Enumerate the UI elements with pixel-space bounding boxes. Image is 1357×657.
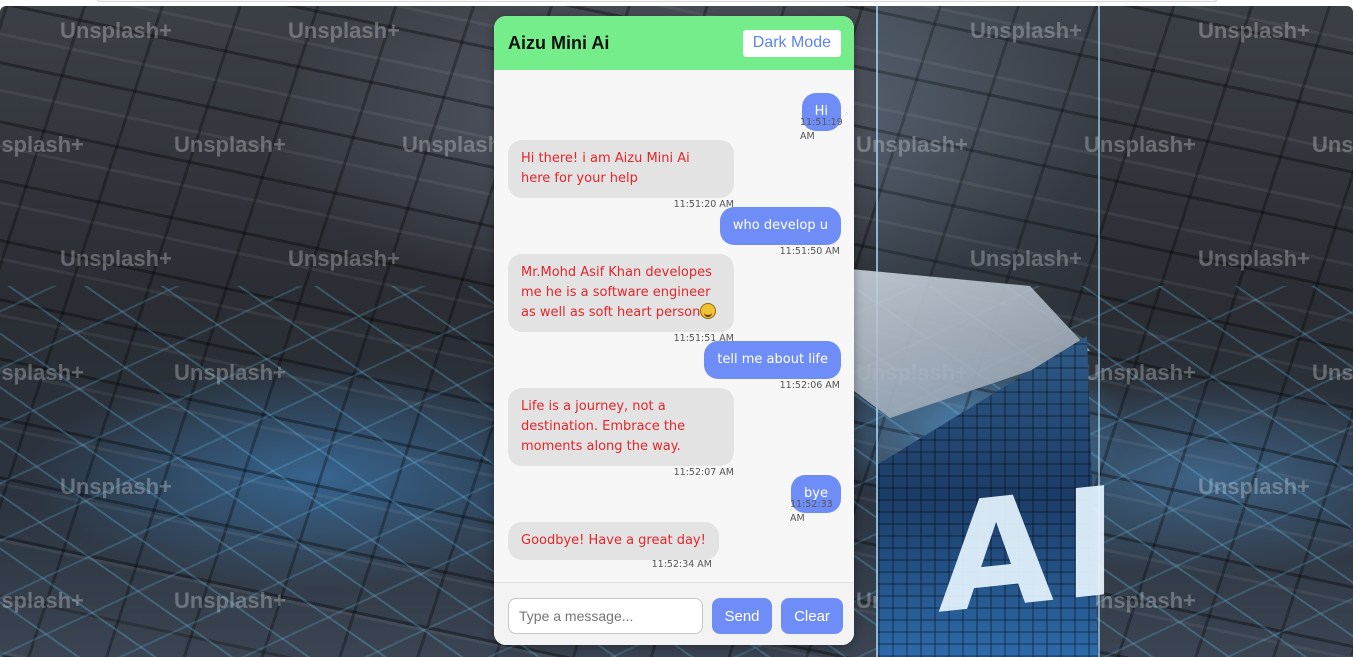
message-timestamp: 11:52:33 AM bbox=[790, 499, 833, 524]
watermark: Unsplash+ bbox=[1312, 360, 1353, 385]
message-timestamp: 11:52:34 AM bbox=[651, 559, 712, 570]
watermark: Unsplash+ bbox=[1198, 246, 1310, 271]
message-timestamp: 11:52:07 AM bbox=[673, 467, 734, 478]
input-bar: Send Clear bbox=[494, 582, 854, 645]
bot-message: Life is a journey, not a destination. Em… bbox=[508, 388, 734, 466]
watermark: Unsplash+ bbox=[1198, 18, 1310, 43]
watermark: Unsplash+ bbox=[288, 18, 400, 43]
chat-window: Aizu Mini Ai Dark Mode Hi 11:51:19 AM Hi… bbox=[494, 16, 854, 645]
message-text: Goodbye! Have a great day! bbox=[508, 522, 719, 560]
watermark: Unsplash+ bbox=[1198, 474, 1310, 499]
watermark: Unsplash+ bbox=[0, 588, 84, 613]
message-list: Hi 11:51:19 AM Hi there! i am Aizu Mini … bbox=[494, 70, 854, 582]
watermark: Unsplash+ bbox=[174, 588, 286, 613]
watermark: Unsplash+ bbox=[60, 18, 172, 43]
watermark: Unsplash+ bbox=[1084, 360, 1196, 385]
address-bar-edge bbox=[96, 0, 1218, 2]
user-message: tell me about life bbox=[704, 341, 841, 379]
watermark: Unsplash+ bbox=[0, 132, 84, 157]
watermark: Unsplash+ bbox=[174, 132, 286, 157]
message-timestamp: 11:51:19 AM bbox=[800, 117, 843, 142]
chat-header: Aizu Mini Ai Dark Mode bbox=[494, 16, 854, 70]
message-text: Mr.Mohd Asif Khan developes me he is a s… bbox=[521, 265, 712, 320]
smiling-emoji-icon bbox=[700, 303, 717, 319]
chat-title: Aizu Mini Ai bbox=[508, 32, 610, 53]
watermark: Unsplash+ bbox=[288, 246, 400, 271]
bot-message: Goodbye! Have a great day! bbox=[508, 522, 719, 560]
bot-message: Mr.Mohd Asif Khan developes me he is a s… bbox=[508, 254, 734, 332]
clear-button[interactable]: Clear bbox=[781, 598, 843, 634]
message-input[interactable] bbox=[508, 598, 703, 634]
bot-message: Hi there! i am Aizu Mini Ai here for you… bbox=[508, 140, 734, 198]
message-text-container: Mr.Mohd Asif Khan developes me he is a s… bbox=[508, 254, 734, 332]
message-text: who develop u bbox=[719, 207, 841, 245]
message-text: Life is a journey, not a destination. Em… bbox=[508, 388, 734, 466]
cube-ai-text: AI bbox=[938, 454, 1126, 648]
watermark: Unsplash+ bbox=[60, 474, 172, 499]
watermark: Unsplash+ bbox=[60, 246, 172, 271]
message-text: tell me about life bbox=[704, 341, 841, 379]
watermark: Unsplash+ bbox=[1084, 132, 1196, 157]
send-button[interactable]: Send bbox=[712, 598, 772, 634]
message-timestamp: 11:51:50 AM bbox=[779, 246, 840, 257]
message-timestamp: 11:52:06 AM bbox=[779, 380, 840, 391]
dark-mode-button[interactable]: Dark Mode bbox=[742, 29, 841, 57]
watermark: Unsplash+ bbox=[174, 360, 286, 385]
watermark: Unsplash+ bbox=[0, 360, 84, 385]
watermark: Unsplash+ bbox=[1312, 132, 1353, 157]
user-message: who develop u bbox=[719, 207, 841, 245]
message-text: Hi there! i am Aizu Mini Ai here for you… bbox=[508, 140, 734, 198]
